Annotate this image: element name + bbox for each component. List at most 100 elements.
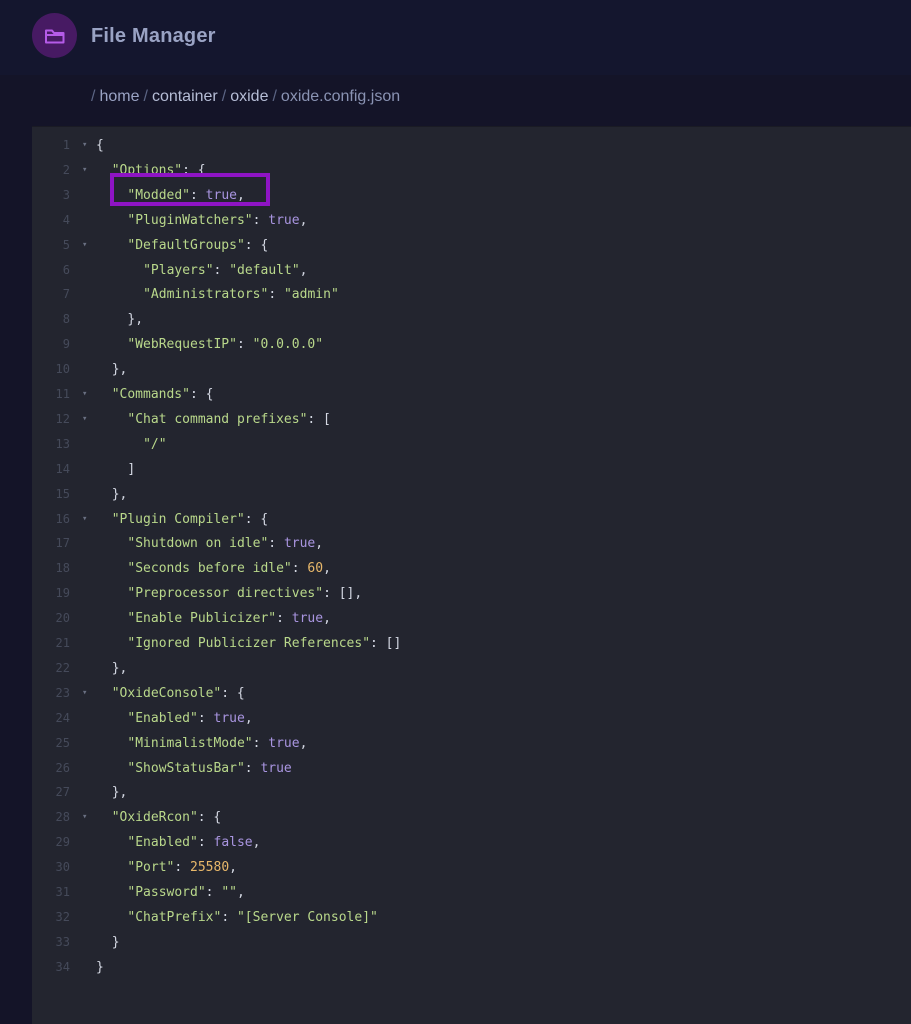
code-token: } [111,934,120,950]
fold-toggle-icon[interactable]: ▾ [82,805,87,830]
code-line[interactable]: 26 "ShowStatusBar": true [32,756,911,781]
code-line[interactable]: 31 "Password": "", [32,880,911,905]
code-line[interactable]: 33} [32,930,911,955]
code-line[interactable]: 32 "ChatPrefix": "[Server Console]" [32,905,911,930]
line-number: 27 [55,785,70,800]
code-text: "Chat command prefixes": [ [127,407,331,432]
code-line[interactable]: 25 "MinimalistMode": true, [32,731,911,756]
code-line[interactable]: 8}, [32,307,911,332]
code-line[interactable]: 12 ▾ "Chat command prefixes": [ [32,407,911,432]
code-token: }, [127,312,144,328]
code-token: , [323,611,331,627]
breadcrumb-item-home[interactable]: home [99,88,139,105]
code-token: 25580 [190,860,230,876]
code-line[interactable]: 23 ▾ "OxideConsole": { [32,681,911,706]
code-token: "" [221,885,237,900]
code-line[interactable]: 13 "/" [32,432,911,457]
line-number: 21 [55,636,70,650]
code-text: }, [112,656,128,681]
line-number: 1 [62,138,70,152]
code-line[interactable]: 19 "Preprocessor directives": [], [32,581,911,606]
code-text: } [112,930,120,955]
code-line[interactable]: 1 ▾ { [32,133,911,158]
code-token: }, [111,362,128,378]
code-line[interactable]: 21 "Ignored Publicizer References": [] [32,631,911,656]
code-line[interactable]: 7 "Administrators": "admin" [32,282,911,307]
code-line[interactable]: 18 "Seconds before idle": 60, [32,556,911,581]
code-token: : [291,561,308,577]
code-token: "Port" [127,860,175,876]
page-title: File Manager [91,25,216,47]
code-token: , [315,536,324,552]
code-line[interactable]: 29 "Enabled": false, [32,830,911,855]
code-line[interactable]: 15}, [32,482,911,507]
breadcrumb-item-oxide[interactable]: oxide [230,88,268,105]
fold-toggle-icon[interactable]: ▾ [82,158,87,183]
fold-toggle-icon[interactable]: ▾ [82,382,87,407]
code-token: : [268,287,284,303]
code-token: true [213,710,245,726]
code-line[interactable]: 6 "Players": "default", [32,258,911,283]
code-token: "Seconds before idle" [127,561,292,577]
fold-toggle-icon[interactable]: ▾ [82,407,87,432]
fold-toggle-icon[interactable]: ▾ [82,681,87,706]
code-token: "OxideRcon" [111,810,198,826]
code-line[interactable]: 27}, [32,780,911,805]
code-line[interactable]: 9 "WebRequestIP": "0.0.0.0" [32,332,911,357]
folder-icon[interactable] [32,13,77,58]
code-line[interactable]: 11 ▾ "Commands": { [32,382,911,407]
code-token: : [221,909,237,925]
line-number: 13 [55,436,70,451]
breadcrumb-item-container[interactable]: container [152,88,218,105]
line-number: 5 [62,237,70,252]
code-token: : { [197,810,222,826]
code-token: , [229,860,237,876]
code-line[interactable]: 2 ▾ "Options": { [32,158,911,183]
code-line[interactable]: 16 ▾ "Plugin Compiler": { [32,507,911,532]
code-token: "Administrators" [143,287,269,303]
code-token: "Preprocessor directives" [127,586,324,602]
code-line[interactable]: 22}, [32,656,911,681]
code-line[interactable]: 24 "Enabled": true, [32,706,911,731]
breadcrumb-separator: / [272,88,277,105]
code-text: }, [112,482,128,507]
line-number: 22 [55,660,70,675]
code-text: "Enable Publicizer": true, [127,606,331,631]
line-number: 17 [55,536,70,551]
code-line[interactable]: 5 ▾ "DefaultGroups": { [32,233,911,258]
code-text: "Administrators": "admin" [143,282,339,307]
code-token: , [244,710,253,726]
code-text: "Players": "default", [143,258,307,283]
code-token: , [323,561,331,577]
code-line[interactable]: 20 "Enable Publicizer": true, [32,606,911,631]
code-text: "Modded": true, [127,183,244,208]
code-token: : [205,885,222,900]
code-line[interactable]: 14] [32,457,911,482]
code-text: "ShowStatusBar": true [127,756,291,781]
fold-toggle-icon[interactable]: ▾ [82,233,87,258]
code-line[interactable]: 3 "Modded": true, [32,183,911,208]
code-token: : [], [323,586,363,602]
code-line[interactable]: 4 "PluginWatchers": true, [32,208,911,233]
code-text: "OxideRcon": { [112,805,222,830]
line-number: 18 [55,561,70,576]
code-line[interactable]: 30 "Port": 25580, [32,855,911,880]
code-text: "PluginWatchers": true, [127,208,307,233]
line-number: 9 [62,337,70,352]
breadcrumb-separator: / [221,88,227,105]
code-text: "Shutdown on idle": true, [127,531,323,556]
line-number: 29 [55,835,70,850]
code-editor[interactable]: 1 ▾{2 ▾ "Options": {3 "Modded": true, 4 "Plugi… [32,126,911,1024]
fold-toggle-icon[interactable]: ▾ [82,133,87,158]
code-token: "Modded" [127,187,191,203]
code-line[interactable]: 10}, [32,357,911,382]
code-token: "Players" [143,262,214,278]
code-token: : { [244,511,269,527]
line-number: 3 [62,187,70,202]
code-text: ] [127,457,135,482]
fold-toggle-icon[interactable]: ▾ [82,507,87,532]
code-line[interactable]: 17 "Shutdown on idle": true, [32,531,911,556]
code-line[interactable]: 28 ▾ "OxideRcon": { [32,805,911,830]
line-number: 14 [55,461,70,476]
code-line[interactable]: 34} [32,955,911,980]
